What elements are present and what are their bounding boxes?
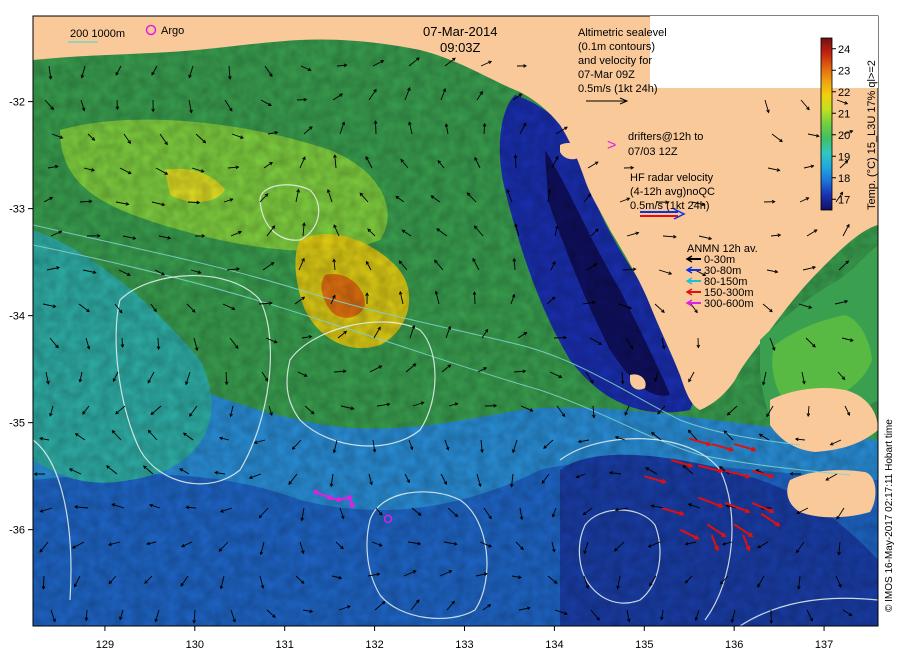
- y-tick-label: -35: [9, 418, 25, 430]
- x-tick-label: 133: [455, 639, 473, 651]
- altimetry-line-5: 0.5m/s (1kt 24h): [578, 83, 657, 95]
- x-tick-label: 129: [96, 639, 114, 651]
- colorbar-tick-label: 23: [838, 65, 850, 77]
- drifter-point: [313, 489, 319, 495]
- x-axis-ticks: 129 130 131 132 133 134 135 136 137: [96, 626, 833, 651]
- colorbar-tick-label: 20: [838, 130, 850, 142]
- colorbar-tick-label: 18: [838, 173, 850, 185]
- drifters-marker: >: [607, 137, 616, 154]
- argo-legend-label: Argo: [161, 25, 184, 37]
- colorbar-tick-label: 24: [838, 44, 850, 56]
- x-tick-label: 130: [186, 639, 204, 651]
- map-body: [33, 16, 878, 626]
- altimetry-line-1: Altimetric sealevel: [578, 27, 667, 39]
- colorbar-tick-label: 17: [838, 194, 850, 206]
- colorbar-label: Temp. (°C) 15_L3U 17% ql>=2: [866, 60, 878, 210]
- drifter-point: [346, 495, 352, 501]
- x-tick-label: 136: [725, 639, 743, 651]
- altimetry-arrow: [42, 575, 45, 589]
- altimetry-arrow: [474, 291, 476, 305]
- hf-radar-line-3: 0.5m/s (1kt 24h): [630, 200, 709, 212]
- x-tick-label: 132: [365, 639, 383, 651]
- y-tick-label: -36: [9, 525, 25, 537]
- drifter-point: [349, 502, 355, 508]
- title-time: 09:03Z: [440, 40, 481, 55]
- x-tick-label: 135: [635, 639, 653, 651]
- hf-radar-line-1: HF radar velocity: [630, 172, 714, 184]
- drifter-point: [336, 497, 342, 503]
- y-tick-label: -33: [9, 204, 25, 216]
- drifters-line-1: drifters@12h to: [628, 131, 703, 143]
- colorbar-tick-label: 21: [838, 108, 850, 120]
- sst-map: 129 130 131 132 133 134 135 136 137 -32 -33 -34 -35…: [9, 15, 895, 651]
- scale-bar-label: 200 1000m: [70, 28, 125, 40]
- colorbar-tick-label: 22: [838, 87, 850, 99]
- y-tick-label: -34: [9, 311, 25, 323]
- drifter-point: [327, 495, 333, 501]
- hf-radar-line-2: (4-12h avg)noQC: [630, 186, 715, 198]
- altimetry-arrow: [514, 155, 517, 169]
- anmn-legend-label: 300-600m: [704, 298, 754, 310]
- altimetry-line-3: and velocity for: [578, 55, 652, 67]
- credit-text: © IMOS 16-May-2017 02:17:11 Hobart time: [884, 419, 895, 612]
- altimetry-line-4: 07-Mar 09Z: [578, 69, 635, 81]
- title-date: 07-Mar-2014: [423, 24, 497, 39]
- altimetry-line-2: (0.1m contours): [578, 41, 655, 53]
- colorbar-ramp: [820, 37, 833, 211]
- y-tick-label: -32: [9, 97, 25, 109]
- drifters-line-2: 07/03 12Z: [628, 146, 678, 158]
- x-tick-label: 131: [276, 639, 294, 651]
- hf-radar-note: HF radar velocity (4-12h avg)noQC 0.5m/s…: [630, 172, 715, 220]
- x-tick-label: 137: [815, 639, 833, 651]
- y-axis-ticks: -32 -33 -34 -35 -36: [9, 97, 33, 537]
- x-tick-label: 134: [545, 639, 563, 651]
- colorbar-tick-label: 19: [838, 151, 850, 163]
